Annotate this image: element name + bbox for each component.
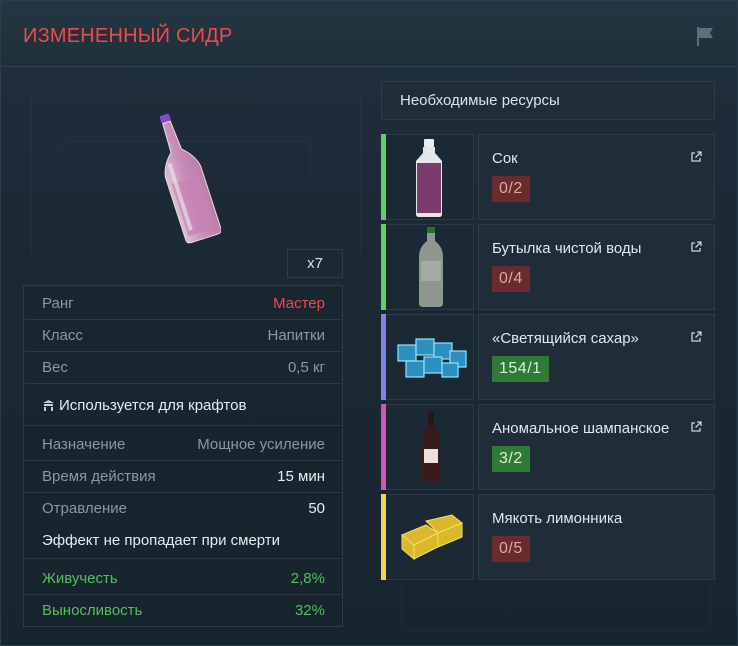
resource-info: Аномальное шампанское 3/2 [478, 404, 715, 490]
stat-label: Выносливость [42, 602, 143, 619]
stat-vitality: Живучесть 2,8% [42, 569, 325, 589]
item-bottle-image [159, 113, 221, 244]
resource-thumbnail [386, 494, 474, 580]
stat-class: Класс Напитки [42, 326, 325, 346]
water-bottle-image [419, 227, 443, 307]
champagne-bottle-image [422, 411, 440, 481]
external-link-icon[interactable] [690, 331, 702, 343]
resource-row[interactable]: Сок 0/2 [381, 134, 715, 220]
resource-thumbnail [386, 224, 474, 310]
resource-info: Мякоть лимонника 0/5 [478, 494, 715, 580]
resource-thumbnail [386, 314, 474, 400]
stat-stamina: Выносливость 32% [42, 601, 325, 621]
stat-label: Живучесть [42, 570, 118, 587]
juice-bottle-image [416, 139, 442, 217]
death-note-text: Эффект не пропадает при смерти [42, 532, 281, 549]
stat-value: 2,8% [290, 570, 325, 587]
stat-value: Напитки [267, 327, 326, 344]
lemongrass-pulp-image [401, 514, 463, 561]
glowing-sugar-image [397, 338, 467, 378]
quantity-badge: x7 [287, 249, 343, 278]
crafting-note: Используется для крафтов [42, 396, 325, 416]
external-link-icon[interactable] [690, 421, 702, 433]
item-stats-panel: Ранг Мастер Класс Напитки Вес 0,5 кг Исп… [23, 285, 343, 627]
external-link-icon[interactable] [690, 241, 702, 253]
resource-info: «Светящийся сахар» 154/1 [478, 314, 715, 400]
stat-value: 0,5 кг [287, 359, 325, 376]
stat-value: Мастер [273, 295, 325, 312]
resource-name: Бутылка чистой воды [492, 240, 642, 257]
stat-value: 15 мин [277, 468, 325, 485]
resource-row[interactable]: Мякоть лимонника 0/5 [381, 494, 715, 580]
stat-label: Время действия [42, 468, 156, 485]
external-link-icon[interactable] [690, 151, 702, 163]
resource-thumbnail [386, 134, 474, 220]
death-note: Эффект не пропадает при смерти [42, 531, 325, 551]
stat-value: Мощное усиление [197, 436, 325, 453]
stat-purpose: Назначение Мощное усиление [42, 435, 325, 455]
resource-count-badge: 0/2 [492, 176, 530, 202]
resource-count-badge: 154/1 [492, 356, 549, 382]
stat-weight: Вес 0,5 кг [42, 358, 325, 378]
stat-value: 50 [308, 500, 325, 517]
resource-name: Аномальное шампанское [492, 420, 670, 437]
crafting-note-text: Используется для крафтов [59, 397, 247, 414]
stat-poison: Отравление 50 [42, 499, 325, 519]
resource-count-badge: 0/5 [492, 536, 530, 562]
resource-info: Бутылка чистой воды 0/4 [478, 224, 715, 310]
stat-rank: Ранг Мастер [42, 294, 325, 314]
item-details-window: ИЗМЕНЕННЫЙ СИДР x7 Ранг Мастер Класс Нап… [0, 0, 738, 646]
flag-icon[interactable] [693, 25, 717, 47]
resource-count-badge: 3/2 [492, 446, 530, 472]
stat-label: Вес [42, 359, 68, 376]
stat-label: Отравление [42, 500, 127, 517]
resource-count-badge: 0/4 [492, 266, 530, 292]
stat-label: Ранг [42, 295, 74, 312]
resource-info: Сок 0/2 [478, 134, 715, 220]
stat-label: Класс [42, 327, 83, 344]
stat-label: Назначение [42, 436, 126, 453]
stat-value: 32% [294, 602, 325, 619]
resource-row[interactable]: «Светящийся сахар» 154/1 [381, 314, 715, 400]
resource-row[interactable]: Аномальное шампанское 3/2 [381, 404, 715, 490]
crafting-icon [43, 400, 54, 411]
resources-header: Необходимые ресурсы [381, 81, 715, 120]
resource-name: «Светящийся сахар» [492, 330, 639, 347]
resource-thumbnail [386, 404, 474, 490]
item-title: ИЗМЕНЕННЫЙ СИДР [23, 25, 233, 47]
window-header: ИЗМЕНЕННЫЙ СИДР [1, 1, 737, 67]
resource-row[interactable]: Бутылка чистой воды 0/4 [381, 224, 715, 310]
resource-name: Сок [492, 150, 518, 167]
stat-duration: Время действия 15 мин [42, 467, 325, 487]
resource-name: Мякоть лимонника [492, 510, 623, 527]
